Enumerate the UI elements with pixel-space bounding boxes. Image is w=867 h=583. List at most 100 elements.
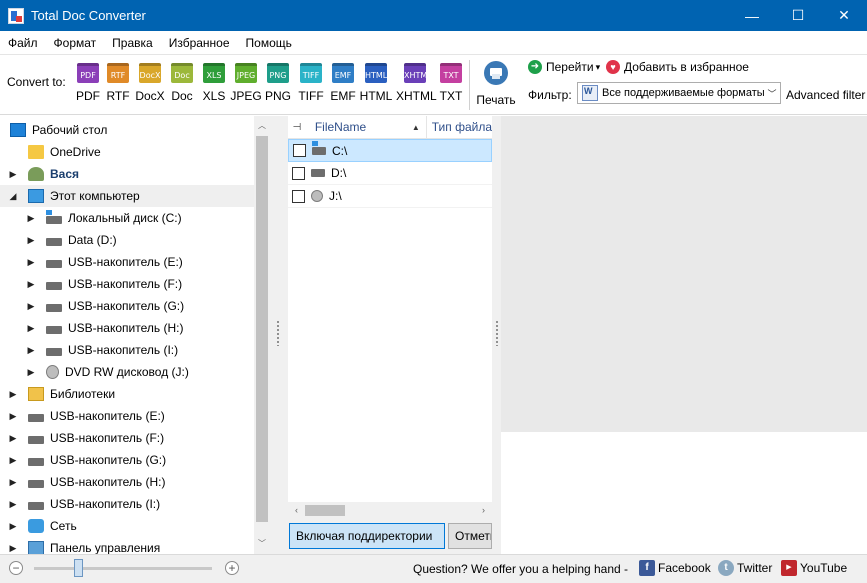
tree-item-usb-h[interactable]: ▶ USB-накопитель (H:) [0, 471, 254, 493]
row-checkbox[interactable] [293, 144, 306, 157]
row-checkbox[interactable] [292, 166, 305, 180]
tree-item-usb-i[interactable]: ▶ USB-накопитель (I:) [0, 493, 254, 515]
file-list[interactable]: ⊣ FileName ▲ Тип файла C:\ D:\ J:\ [288, 116, 492, 502]
network-icon [28, 519, 44, 533]
expand-arrow-icon[interactable]: ▶ [8, 499, 18, 510]
expand-arrow-icon[interactable]: ▶ [8, 169, 18, 180]
expand-arrow-icon[interactable]: ▶ [8, 433, 18, 444]
maximize-button[interactable]: ☐ [775, 0, 821, 31]
splitter-grip[interactable] [495, 320, 499, 346]
tree-item-drive-h[interactable]: ▶ USB-накопитель (H:) [0, 317, 254, 339]
scroll-up-icon[interactable]: ︿ [254, 118, 270, 134]
convert-jpeg-button[interactable]: JPEG JPEG [229, 63, 263, 109]
convert-xls-button[interactable]: XLS XLS [197, 63, 231, 109]
expand-arrow-icon[interactable]: ▶ [26, 279, 36, 290]
tree-item-network[interactable]: ▶ Сеть [0, 515, 254, 537]
expand-arrow-icon[interactable]: ▶ [8, 543, 18, 554]
folder-tree[interactable]: Рабочий стол OneDrive ▶ Вася ◢ Этот комп… [0, 116, 270, 554]
expand-arrow-icon[interactable]: ▶ [26, 367, 36, 378]
splitter-grip[interactable] [276, 320, 280, 346]
tree-scrollbar[interactable]: ︿ ﹀ [254, 116, 270, 554]
convert-docx-button[interactable]: DocX DocX [133, 63, 167, 109]
tree-item-drive-c[interactable]: ▶ Локальный диск (C:) [0, 207, 254, 229]
print-button[interactable]: Печать [474, 61, 518, 107]
convert-xhtml-button[interactable]: XHTML XHTML [396, 63, 437, 109]
mark-button[interactable]: Отметить [448, 523, 492, 549]
file-list-hscrollbar[interactable]: ‹ › [288, 502, 492, 519]
tree-item-desktop[interactable]: Рабочий стол [0, 119, 254, 141]
goto-button[interactable]: ➜ Перейти ▾ [528, 59, 600, 75]
tree-item-this-pc[interactable]: ◢ Этот компьютер [0, 185, 254, 207]
scroll-left-icon[interactable]: ‹ [288, 502, 305, 519]
minimize-button[interactable]: — [729, 0, 775, 31]
tree-item-usb-f[interactable]: ▶ USB-накопитель (F:) [0, 427, 254, 449]
close-button[interactable]: ✕ [821, 0, 867, 31]
file-row-j[interactable]: J:\ [288, 185, 492, 208]
tree-item-label: Рабочий стол [32, 123, 108, 137]
preview-splitter[interactable] [492, 116, 501, 554]
add-favorite-button[interactable]: ♥ Добавить в избранное [606, 59, 749, 75]
tree-item-control-panel[interactable]: ▶ Панель управления [0, 537, 254, 554]
youtube-link[interactable]: ▶ YouTube [781, 560, 847, 576]
menu-favorites[interactable]: Избранное [161, 31, 238, 55]
tree-item-user[interactable]: ▶ Вася [0, 163, 254, 185]
column-filename[interactable]: FileName ▲ [306, 116, 427, 139]
file-row-d[interactable]: D:\ [288, 162, 492, 185]
expand-arrow-icon[interactable]: ▶ [8, 477, 18, 488]
expand-arrow-icon[interactable]: ▶ [26, 257, 36, 268]
menu-file[interactable]: Файл [0, 31, 46, 55]
convert-tiff-button[interactable]: TIFF TIFF [294, 63, 328, 109]
convert-html-button[interactable]: HTML HTML [359, 63, 393, 109]
drive-icon [46, 259, 62, 268]
tree-item-onedrive[interactable]: OneDrive [0, 141, 254, 163]
include-subdirectories-button[interactable]: Включая поддиректории [289, 523, 445, 549]
menu-help[interactable]: Помощь [238, 31, 300, 55]
expand-arrow-icon[interactable]: ▶ [8, 455, 18, 466]
expand-arrow-icon[interactable]: ▶ [8, 389, 18, 400]
collapse-arrow-icon[interactable]: ◢ [8, 191, 18, 202]
convert-pdf-button[interactable]: PDF PDF [71, 63, 105, 109]
expand-arrow-icon[interactable]: ▶ [26, 235, 36, 246]
scroll-down-icon[interactable]: ﹀ [254, 536, 270, 552]
convert-png-button[interactable]: PNG PNG [261, 63, 295, 109]
pin-icon[interactable]: ⊣ [288, 122, 306, 133]
scroll-right-icon[interactable]: › [475, 502, 492, 519]
tree-item-drive-f[interactable]: ▶ USB-накопитель (F:) [0, 273, 254, 295]
advanced-filter-link[interactable]: Advanced filter [786, 88, 865, 102]
tree-item-drive-e[interactable]: ▶ USB-накопитель (E:) [0, 251, 254, 273]
file-row-c[interactable]: C:\ [288, 139, 492, 162]
expand-arrow-icon[interactable]: ▶ [26, 345, 36, 356]
zoom-slider-thumb[interactable] [74, 559, 83, 577]
menu-format[interactable]: Формат [46, 31, 105, 55]
scrollbar-thumb[interactable] [256, 136, 268, 522]
twitter-link[interactable]: t Twitter [718, 560, 772, 576]
zoom-slider[interactable] [34, 567, 212, 570]
drive-icon [46, 347, 62, 356]
tree-item-libraries[interactable]: ▶ Библиотеки [0, 383, 254, 405]
expand-arrow-icon[interactable]: ▶ [8, 521, 18, 532]
expand-arrow-icon[interactable]: ▶ [26, 323, 36, 334]
menu-edit[interactable]: Правка [104, 31, 161, 55]
convert-doc-button[interactable]: Doc Doc [165, 63, 199, 109]
tree-item-label: USB-накопитель (G:) [50, 453, 167, 467]
convert-emf-button[interactable]: EMF EMF [326, 63, 360, 109]
expand-arrow-icon[interactable]: ▶ [26, 301, 36, 312]
row-checkbox[interactable] [292, 189, 305, 203]
tree-item-usb-e[interactable]: ▶ USB-накопитель (E:) [0, 405, 254, 427]
convert-rtf-button[interactable]: RTF RTF [101, 63, 135, 109]
tree-item-dvd-j[interactable]: ▶ DVD RW дисковод (J:) [0, 361, 254, 383]
tree-item-drive-g[interactable]: ▶ USB-накопитель (G:) [0, 295, 254, 317]
zoom-in-button[interactable]: + [225, 561, 239, 575]
tree-item-drive-i[interactable]: ▶ USB-накопитель (I:) [0, 339, 254, 361]
column-filetype[interactable]: Тип файла [427, 120, 492, 134]
tree-item-drive-d[interactable]: ▶ Data (D:) [0, 229, 254, 251]
filter-select[interactable]: Все поддерживаемые форматы ﹀ [577, 82, 781, 104]
tree-item-usb-g[interactable]: ▶ USB-накопитель (G:) [0, 449, 254, 471]
tree-splitter[interactable] [270, 116, 288, 554]
scrollbar-thumb[interactable] [305, 505, 345, 516]
expand-arrow-icon[interactable]: ▶ [26, 213, 36, 224]
facebook-link[interactable]: f Facebook [639, 560, 711, 576]
zoom-out-button[interactable]: − [9, 561, 23, 575]
convert-txt-button[interactable]: TXT TXT [434, 63, 468, 109]
expand-arrow-icon[interactable]: ▶ [8, 411, 18, 422]
